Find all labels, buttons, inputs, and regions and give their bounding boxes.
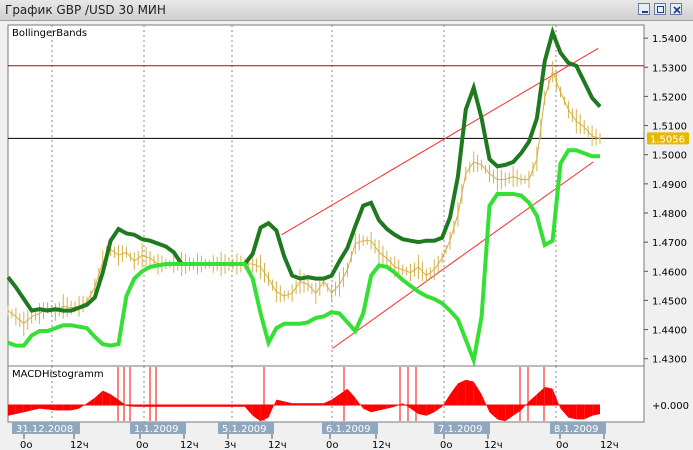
hour-label: 12ч <box>180 440 199 450</box>
minimize-icon[interactable] <box>638 3 650 15</box>
macd-bar <box>150 405 158 407</box>
price-axis-label: 1.5300 <box>652 63 687 74</box>
price-axis-label: 1.4800 <box>652 209 687 220</box>
macd-bar <box>292 403 301 405</box>
price-axis-label: 1.4300 <box>652 355 687 366</box>
price-axis-label: 1.4600 <box>652 267 687 278</box>
hour-label: 0o <box>136 440 148 450</box>
price-axis-label: 1.4900 <box>652 180 687 191</box>
date-label: 6.1.2009 <box>326 424 371 435</box>
macd-bar <box>213 405 222 407</box>
macd-bar <box>8 405 16 416</box>
macd-bar <box>229 405 237 407</box>
macd-bar <box>197 405 206 407</box>
macd-bar <box>134 405 143 407</box>
current-price-tag: 1.5056 <box>647 132 689 145</box>
price-axis: 1.5400 1.5300 1.5200 1.5100 1.5000 1.4900 1.48… <box>644 34 687 366</box>
macd-bar <box>47 405 56 411</box>
price-axis-label: 1.5000 <box>652 151 687 162</box>
macd-bar <box>568 405 577 420</box>
macd-bar <box>300 403 308 405</box>
macd-bar <box>465 379 474 405</box>
macd-bar <box>497 405 506 422</box>
date-label: 5.1.2009 <box>222 424 267 435</box>
macd-bar <box>189 405 198 407</box>
window-titlebar: График GBP /USD 30 МИН <box>0 0 693 21</box>
macd-bar <box>205 405 214 407</box>
macd-bar <box>307 403 316 405</box>
window-title: График GBP /USD 30 МИН <box>5 3 166 17</box>
hour-label: 12ч <box>372 440 391 450</box>
macd-bar <box>592 405 600 416</box>
macd-bar <box>544 387 553 405</box>
restore-icon[interactable] <box>654 3 666 15</box>
price-axis-label: 1.4500 <box>652 296 687 307</box>
hour-label: 12ч <box>70 440 89 450</box>
macd-bar <box>55 405 64 411</box>
macd-bar <box>576 405 585 420</box>
macd-bar <box>142 405 151 407</box>
hour-label: 0o <box>326 440 338 450</box>
macd-bar <box>221 405 230 407</box>
price-axis-label: 1.5100 <box>652 122 687 133</box>
macd-bar <box>157 405 166 407</box>
close-icon[interactable] <box>670 3 682 15</box>
hour-label: 0o <box>440 440 452 450</box>
date-label: 8.1.2009 <box>554 424 599 435</box>
price-axis-label: 1.4400 <box>652 326 687 337</box>
date-label: 1.1.2009 <box>134 424 179 435</box>
hour-label: 12ч <box>484 440 503 450</box>
macd-bar <box>165 405 174 407</box>
price-axis-label: 1.4700 <box>652 238 687 249</box>
hour-axis: 0o 12ч 0o 12ч 3ч 12ч 0o 12ч 0o 12ч 0o 12ч <box>20 434 619 450</box>
hour-label: 3ч <box>224 440 236 450</box>
current-price-label: 1.5056 <box>650 134 685 145</box>
macd-axis-label: +0.000 <box>652 401 689 412</box>
hour-label: 12ч <box>268 440 287 450</box>
macd-bar <box>181 405 190 407</box>
macd-bar <box>173 405 182 407</box>
price-axis-label: 1.5200 <box>652 92 687 103</box>
macd-bar <box>418 405 427 416</box>
macd-label: MACDHistogramm <box>12 369 104 380</box>
date-axis: 31.12.2008 1.1.2009 5.1.2009 6.1.2009 7.1.20… <box>12 422 606 435</box>
date-label: 31.12.2008 <box>16 424 73 435</box>
hour-label: 0o <box>20 440 32 450</box>
hour-label: 0o <box>556 440 568 450</box>
date-label: 7.1.2009 <box>438 424 483 435</box>
hour-label: 12ч <box>600 440 619 450</box>
macd-bar <box>63 405 72 411</box>
macd-bar <box>457 379 466 405</box>
macd-bar <box>236 405 245 407</box>
price-axis-label: 1.5400 <box>652 34 687 45</box>
chart-area[interactable]: BollingerBands 1.54001.53001.52001.51001… <box>0 21 693 450</box>
macd-bar <box>315 403 324 405</box>
bollinger-label: BollingerBands <box>12 28 87 39</box>
